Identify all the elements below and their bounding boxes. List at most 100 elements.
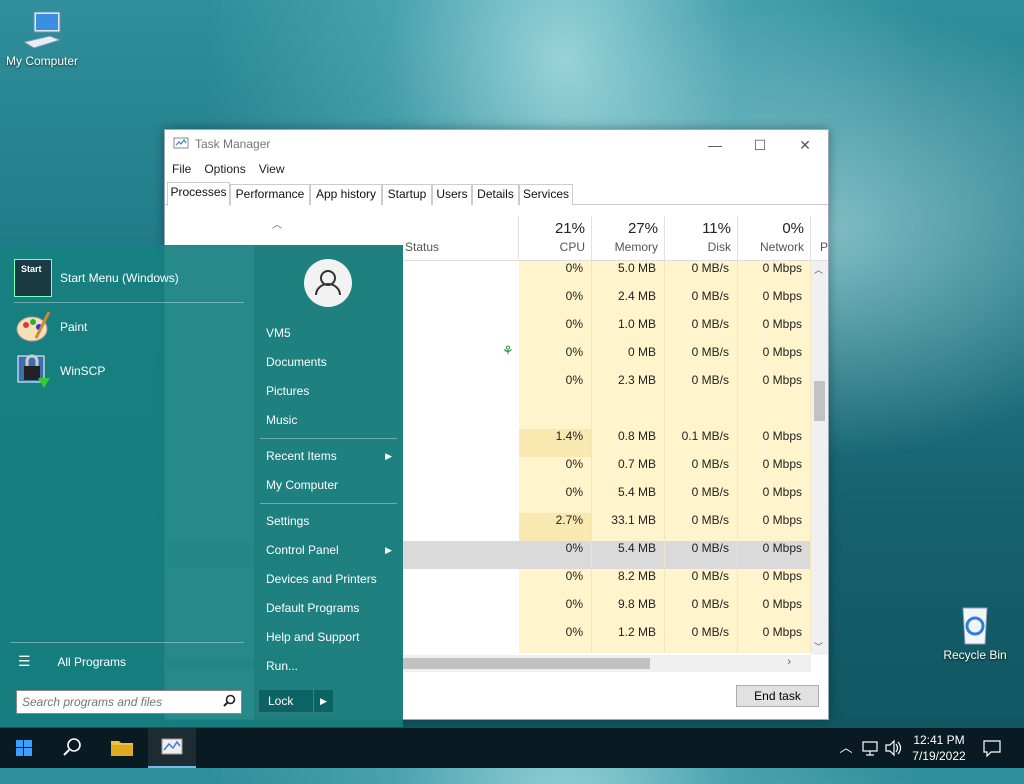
scroll-up-arrow[interactable]: ︿ <box>814 263 823 276</box>
start-button[interactable] <box>0 728 48 768</box>
cell-network: 0 Mbps <box>738 261 811 289</box>
chevron-right-icon: ▶ <box>385 451 392 461</box>
start-item-devices-and-printers[interactable]: Devices and Printers <box>266 568 396 590</box>
cell-disk: 0 MB/s <box>665 457 738 485</box>
lock-button[interactable]: Lock ▶ <box>258 689 334 713</box>
cell-network: 0 Mbps <box>738 457 811 485</box>
close-button[interactable]: ✕ <box>782 134 828 156</box>
taskbar: ︿ 12:41 PM 7/19/2022 <box>0 728 1024 768</box>
start-item-pictures[interactable]: Pictures <box>266 380 396 402</box>
user-avatar[interactable] <box>304 259 352 307</box>
task-manager-icon <box>173 137 189 151</box>
start-item-recent-items[interactable]: Recent Items ▶ <box>266 445 396 467</box>
cell-network: 0 Mbps <box>738 345 811 373</box>
end-task-button[interactable]: End task <box>736 685 819 707</box>
cell-memory: 0.7 MB <box>592 457 665 485</box>
cell-disk: 0 MB/s <box>665 289 738 317</box>
cell-cpu: 0% <box>519 317 592 345</box>
menu-file[interactable]: File <box>172 162 191 176</box>
cell-network: 0 Mbps <box>738 429 811 457</box>
network-icon[interactable] <box>862 728 880 768</box>
search-icon[interactable] <box>223 694 236 710</box>
notifications-icon[interactable] <box>982 728 1002 768</box>
cell-disk: 0 MB/s <box>665 485 738 513</box>
all-programs-button[interactable]: ☰ All Programs <box>18 650 244 672</box>
paint-icon <box>14 308 52 346</box>
menu-view[interactable]: View <box>259 162 285 176</box>
tab-users[interactable]: Users <box>432 184 472 205</box>
tab-app-history[interactable]: App history <box>310 184 382 205</box>
start-item-my-computer[interactable]: My Computer <box>266 474 396 496</box>
scroll-right-arrow[interactable]: › <box>787 656 791 668</box>
menu-options[interactable]: Options <box>204 162 245 176</box>
tab-processes[interactable]: Processes <box>167 182 230 206</box>
title-bar[interactable]: Task Manager — ☐ ✕ <box>165 130 828 158</box>
recycle-bin-icon <box>953 602 997 646</box>
start-item-default-programs[interactable]: Default Programs <box>266 597 396 619</box>
pinned-app-start-menu[interactable]: Start Start Menu (Windows) <box>14 258 179 298</box>
minimize-button[interactable]: — <box>692 134 738 156</box>
cell-network: 0 Mbps <box>738 625 811 653</box>
app-label: Paint <box>60 320 88 334</box>
window-title: Task Manager <box>195 137 271 151</box>
column-header-disk[interactable]: 11% Disk <box>665 216 738 260</box>
start-item-music[interactable]: Music <box>266 409 396 431</box>
tab-strip: Processes Performance App history Startu… <box>165 182 828 206</box>
start-item-settings[interactable]: Settings <box>266 510 396 532</box>
desktop-icon-label: Recycle Bin <box>943 648 1007 662</box>
efficiency-leaf-icon: ⚘ <box>502 343 514 358</box>
desktop-icon-recycle-bin[interactable]: Recycle Bin <box>933 602 1017 662</box>
task-manager-taskbar-button[interactable] <box>148 728 196 768</box>
folder-icon <box>111 741 133 756</box>
column-header-power[interactable]: P <box>811 216 828 260</box>
desktop-icon-my-computer[interactable]: My Computer <box>0 8 84 68</box>
pinned-app-winscp[interactable]: WinSCP <box>14 351 105 391</box>
cell-memory: 33.1 MB <box>592 513 665 541</box>
search-icon <box>63 738 81 756</box>
cell-memory: 5.4 MB <box>592 485 665 513</box>
start-item-help-and-support[interactable]: Help and Support <box>266 626 396 648</box>
volume-icon[interactable] <box>884 728 902 768</box>
tab-services[interactable]: Services <box>519 184 573 205</box>
column-header-memory[interactable]: 27% Memory <box>592 216 665 260</box>
search-box[interactable] <box>16 690 242 714</box>
clock[interactable]: 12:41 PM 7/19/2022 <box>903 732 975 764</box>
start-menu-left-pane: Start Start Menu (Windows) Paint WinSCP … <box>0 245 254 727</box>
cell-cpu: 0% <box>519 625 592 653</box>
search-taskbar-button[interactable] <box>48 728 96 768</box>
vertical-scroll-thumb[interactable] <box>814 381 825 421</box>
cell-network: 0 Mbps <box>738 317 811 345</box>
list-icon: ☰ <box>18 653 31 669</box>
cell-cpu: 0% <box>519 457 592 485</box>
vertical-scrollbar[interactable]: ︿ ﹀ <box>811 261 828 655</box>
cell-memory: 5.4 MB <box>592 541 665 569</box>
cell-memory: 9.8 MB <box>592 597 665 625</box>
column-header-cpu[interactable]: 21% CPU <box>519 216 592 260</box>
start-item-run[interactable]: Run... <box>266 655 396 677</box>
column-header-status[interactable]: Status <box>399 216 519 260</box>
separator <box>260 503 397 504</box>
cell-memory <box>592 401 665 429</box>
search-input[interactable] <box>17 691 212 713</box>
start-item-documents[interactable]: Documents <box>266 351 396 373</box>
cell-cpu: 0% <box>519 597 592 625</box>
cell-network: 0 Mbps <box>738 485 811 513</box>
cell-cpu: 0% <box>519 485 592 513</box>
desktop-icon-label: My Computer <box>5 54 79 68</box>
tab-performance[interactable]: Performance <box>230 184 310 205</box>
lock-options-arrow[interactable]: ▶ <box>313 690 333 712</box>
tab-startup[interactable]: Startup <box>382 184 432 205</box>
start-item-control-panel[interactable]: Control Panel ▶ <box>266 539 396 561</box>
task-manager-icon <box>161 738 183 755</box>
scroll-down-arrow[interactable]: ﹀ <box>814 640 823 653</box>
maximize-button[interactable]: ☐ <box>737 134 783 156</box>
cell-disk: 0 MB/s <box>665 261 738 289</box>
pinned-app-paint[interactable]: Paint <box>14 307 87 347</box>
column-header-network[interactable]: 0% Network <box>738 216 811 260</box>
start-item-vm5[interactable]: VM5 <box>266 322 396 344</box>
menu-bar: File Options View <box>165 158 828 180</box>
tab-details[interactable]: Details <box>472 184 519 205</box>
show-hidden-icons-chevron[interactable]: ︿ <box>838 728 854 768</box>
start-menu-right-pane: VM5 Documents Pictures Music Recent Item… <box>254 245 403 727</box>
file-explorer-taskbar-button[interactable] <box>98 728 146 768</box>
